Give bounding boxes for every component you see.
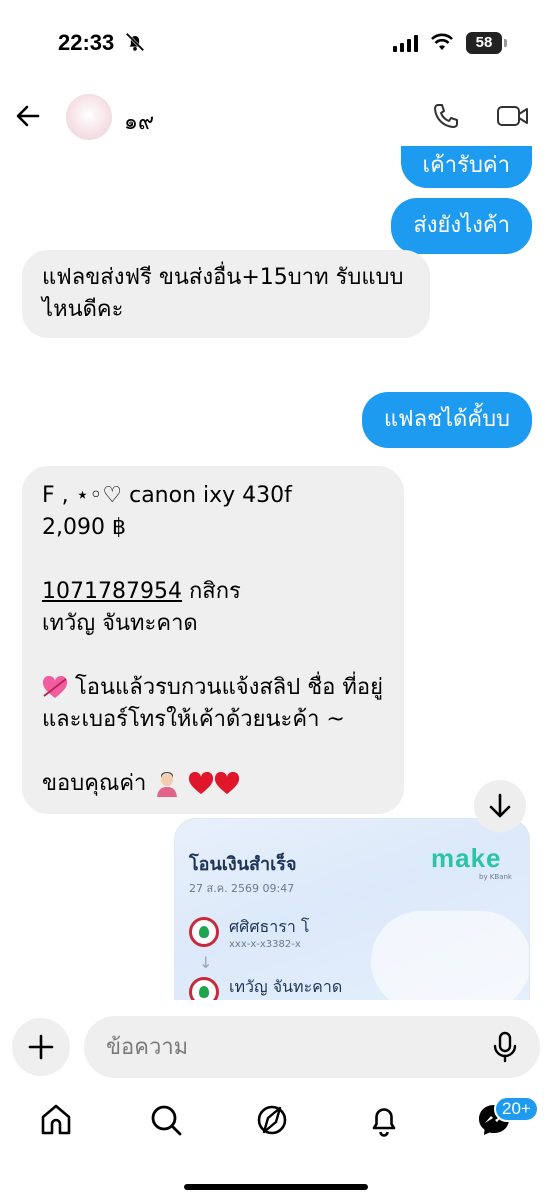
chat-header: ๑๙ bbox=[0, 90, 552, 146]
bottom-navigation bbox=[0, 1092, 552, 1152]
message-thread[interactable]: เค้ารับค่า ส่งยังไงค้า แฟลขส่งฟรี ขนส่งอ… bbox=[0, 146, 552, 1000]
message-line bbox=[42, 736, 384, 768]
red-heart-icon bbox=[215, 772, 240, 794]
status-time: 22:33 bbox=[58, 30, 115, 55]
compass-icon[interactable] bbox=[254, 1102, 290, 1138]
message-line bbox=[42, 640, 384, 672]
message-line bbox=[42, 544, 384, 576]
message-bubble-incoming[interactable]: F , ⋆◦♡ canon ixy 430f 2,090 ฿ 107178795… bbox=[22, 466, 404, 814]
message-line: เทวัญ จันทะคาด bbox=[42, 611, 198, 636]
transfer-slip-image[interactable]: โอนเงินสำเร็จ 27 ส.ค. 2569 09:47 make by… bbox=[174, 818, 530, 1000]
slip-date: 27 ส.ค. 2569 09:47 bbox=[189, 882, 295, 895]
plus-icon bbox=[28, 1034, 54, 1060]
red-heart-icon bbox=[189, 772, 214, 794]
avatar[interactable] bbox=[66, 94, 112, 140]
message-input[interactable] bbox=[106, 1016, 466, 1078]
status-bar: 22:33 58 bbox=[0, 0, 552, 90]
add-attachment-button[interactable] bbox=[12, 1018, 70, 1076]
battery-indicator: 58 bbox=[466, 32, 507, 54]
sender-account: xxx-x-x3382-x bbox=[229, 939, 301, 950]
kbank-logo-icon bbox=[189, 917, 219, 947]
wifi-icon bbox=[431, 33, 453, 50]
message-line: โอนแล้วรบกวนแจ้งสลิป ชื่อ ที่อยู่ bbox=[42, 672, 384, 704]
heart-with-arrow-icon bbox=[42, 676, 68, 698]
kbank-logo-icon bbox=[189, 977, 219, 1000]
message-bubble-outgoing[interactable]: แฟลชได้คั้บบ bbox=[361, 392, 532, 448]
slip-title: โอนเงินสำเร็จ bbox=[189, 854, 297, 875]
sender-name: ศศิศธารา โ bbox=[229, 917, 310, 936]
message-line: ขอบคุณค่า bbox=[42, 768, 384, 800]
message-line: 1071787954 กสิกร bbox=[42, 579, 241, 604]
message-bubble-outgoing[interactable]: เค้ารับค่า bbox=[400, 146, 532, 188]
make-logo: make bbox=[431, 843, 502, 873]
compose-bar bbox=[0, 1012, 552, 1082]
message-input-container bbox=[84, 1016, 540, 1078]
message-bubble-incoming[interactable]: แฟลขส่งฟรี ขนส่งอื่น+15บาท รับแบบไหนดีคะ bbox=[22, 250, 430, 338]
person-bowing-icon bbox=[157, 772, 178, 797]
message-bubble-outgoing[interactable]: ส่งยังไงค้า bbox=[391, 198, 532, 254]
microphone-icon[interactable] bbox=[490, 1031, 520, 1063]
video-camera-icon[interactable] bbox=[496, 102, 530, 130]
arrow-down-icon bbox=[489, 793, 511, 818]
message-line: และเบอร์โทรให้เค้าด้วยนะค้า ~ bbox=[42, 707, 345, 732]
bell-icon[interactable] bbox=[366, 1102, 402, 1138]
home-icon[interactable] bbox=[38, 1102, 74, 1138]
slip-background-cloud bbox=[371, 911, 529, 1000]
home-indicator bbox=[184, 1184, 368, 1190]
bell-off-icon bbox=[125, 32, 145, 52]
unread-messages-badge: 20+ bbox=[494, 1096, 539, 1122]
account-number-link[interactable]: 1071787954 bbox=[42, 579, 182, 604]
transfer-arrow-icon: ↓ bbox=[199, 953, 213, 972]
contact-name[interactable]: ๑๙ bbox=[124, 104, 154, 139]
make-logo-subtitle: by KBank bbox=[479, 873, 512, 881]
phone-icon[interactable] bbox=[432, 102, 460, 130]
message-line: F , ⋆◦♡ canon ixy 430f bbox=[42, 483, 292, 508]
recipient-name: เทวัญ จันทะคาด bbox=[229, 977, 343, 996]
message-line: 2,090 ฿ bbox=[42, 515, 126, 540]
search-icon[interactable] bbox=[148, 1102, 184, 1138]
recipient-account: xxx-x-x8795-x bbox=[229, 999, 301, 1000]
cellular-signal-icon bbox=[393, 34, 418, 52]
arrow-left-icon[interactable] bbox=[14, 102, 42, 130]
scroll-to-bottom-button[interactable] bbox=[474, 780, 526, 832]
